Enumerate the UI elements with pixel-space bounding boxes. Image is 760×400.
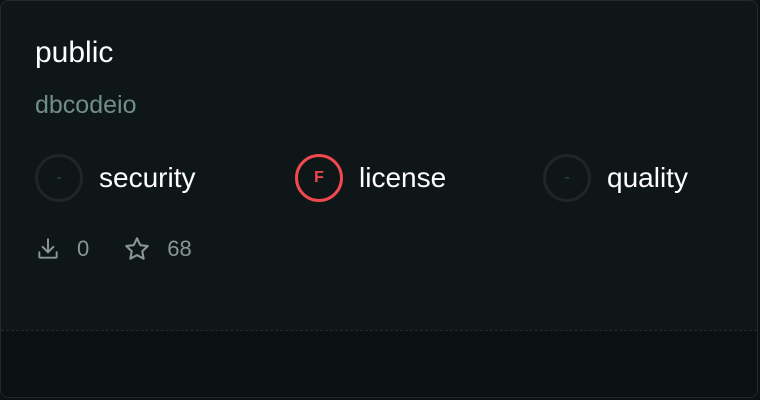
security-grade-badge: -: [35, 154, 83, 202]
downloads-stat: 0: [35, 236, 89, 262]
package-stats: 0 68: [35, 231, 226, 267]
score-security[interactable]: - security: [35, 154, 195, 202]
package-owner[interactable]: dbcodeio: [35, 87, 136, 123]
security-label: security: [99, 162, 196, 193]
score-license[interactable]: F license: [295, 154, 446, 202]
package-card[interactable]: public dbcodeio - security F license - q…: [0, 0, 758, 398]
stars-stat: 68: [123, 235, 192, 263]
license-grade-badge: F: [295, 154, 343, 202]
quality-label: quality: [607, 162, 688, 193]
quality-grade-badge: -: [543, 154, 591, 202]
package-name[interactable]: public: [35, 33, 113, 73]
stars-count: 68: [167, 236, 192, 261]
star-icon: [123, 235, 151, 263]
card-footer: [1, 330, 757, 397]
downloads-count: 0: [77, 236, 90, 261]
download-icon: [35, 236, 61, 262]
score-quality[interactable]: - quality: [543, 154, 688, 202]
license-label: license: [359, 162, 447, 193]
